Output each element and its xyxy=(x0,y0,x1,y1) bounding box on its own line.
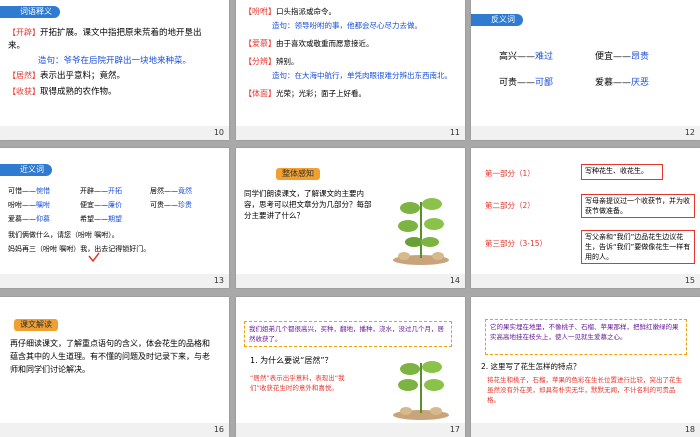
slide-header: 词语释义 xyxy=(0,6,60,18)
antonym-pair: 高兴——难过 xyxy=(499,52,554,62)
slide-footer xyxy=(471,126,700,140)
slide-13-thumbnail[interactable]: 近义词 可惜——惋惜 开辟——开拓 居然——竟然 吩咐——嘱咐 便宜——廉价 可… xyxy=(0,148,229,288)
answer-text: 将花生和桃子，石榴，苹果的色彩在生长位置进行比较，突出了花生虽然没有外在美，却具… xyxy=(487,376,682,404)
page-number: 13 xyxy=(213,276,224,285)
slide-footer xyxy=(236,126,465,140)
peanut-plant-image xyxy=(393,361,449,420)
part-label: 第二部分（2） xyxy=(485,201,535,210)
definition-row: 【分辨】辨别。 xyxy=(244,57,299,66)
example-sentence: 造句：领导吩咐的事，他都会尽心尽力去做。 xyxy=(272,21,422,30)
slide-header: 近义词 xyxy=(0,164,52,176)
slide-16-thumbnail[interactable]: 课文解读 再仔细读课文，了解重点语句的含义，体会花生的品格和蕴含其中的人生道理。… xyxy=(0,297,229,437)
slide-header: 课文解读 xyxy=(14,319,58,331)
slide-footer xyxy=(0,423,229,437)
definition-row: 【居然】表示出乎意料；竟然。 xyxy=(8,71,126,81)
antonym-pair: 爱慕——厌恶 xyxy=(595,78,650,88)
definition-row: 【吩咐】口头指派或命令。 xyxy=(244,7,336,16)
synonym-row: 可贵——珍贵 xyxy=(150,201,192,209)
synonym-row: 可惜——惋惜 xyxy=(8,187,50,195)
quote-box: 我们姐弟几个都很高兴，买种，翻地，播种，浇水，没过几个月，居然收获了。 xyxy=(244,321,452,347)
part-label: 第一部分（1） xyxy=(485,169,535,178)
slide-footer xyxy=(236,423,465,437)
answer-text: “居然”表示出乎意料，表现出“我们”收获花生时的意外和喜悦。 xyxy=(250,374,345,392)
peanut-plant-image xyxy=(393,198,449,265)
example-sentence: 造句：在大海中航行，单凭肉眼很难分辨出东西南北。 xyxy=(272,71,452,80)
page-number: 14 xyxy=(449,276,460,285)
synonym-row: 居然——竟然 xyxy=(150,187,192,195)
page-number: 15 xyxy=(684,276,695,285)
page-number: 18 xyxy=(684,425,695,434)
part-description-box: 写母亲提议过一个收获节，并为收获节做准备。 xyxy=(581,194,695,218)
page-number: 16 xyxy=(213,425,224,434)
definition-row: 【体面】光荣；光彩；面子上好看。 xyxy=(244,89,366,98)
slide-17-thumbnail[interactable]: 我们姐弟几个都很高兴，买种，翻地，播种，浇水，没过几个月，居然收获了。 1. 为… xyxy=(236,297,465,437)
question-text: 2. 这里写了花生怎样的特点？ xyxy=(481,362,581,371)
slide-15-thumbnail[interactable]: 第一部分（1） 写种花生、收花生。 第二部分（2） 写母亲提议过一个收获节，并为… xyxy=(471,148,700,288)
slide-header: 整体感知 xyxy=(276,168,320,180)
slide-header: 反义词 xyxy=(471,14,523,26)
synonym-row: 爱慕——仰慕 xyxy=(8,215,50,223)
definition-row: 【开辟】开拓扩展。课文中指把原来荒着的地开垦出来。 xyxy=(8,28,202,51)
quote-box: 它的果实埋在地里，不像桃子、石榴、苹果那样，把鲜红嫩绿的果实高高地挂在枝头上，使… xyxy=(485,319,687,355)
slide-18-thumbnail[interactable]: 它的果实埋在地里，不像桃子、石榴、苹果那样，把鲜红嫩绿的果实高高地挂在枝头上，使… xyxy=(471,297,700,437)
example-sentence: 造句：爷爷在后院开辟出一块地来种菜。 xyxy=(38,56,192,66)
slide-footer xyxy=(0,126,229,140)
page-number: 17 xyxy=(449,425,460,434)
part-description-box: 写父亲和“我们”边品花生边议花生，告诉“我们”要做像花生一样有用的人。 xyxy=(581,230,695,264)
synonym-row: 便宜——廉价 xyxy=(80,201,122,209)
antonym-pair: 便宜——昂贵 xyxy=(595,52,650,62)
checkmark-icon xyxy=(88,252,100,262)
slide-body-text: 再仔细读课文，了解重点语句的含义，体会花生的品格和蕴含其中的人生道理。有不懂的问… xyxy=(10,339,210,374)
exercise-sentence: 妈妈再三（吩咐 嘱咐）我，出去记得锁好门。 xyxy=(8,245,151,253)
definition-row: 【收获】取得成熟的农作物。 xyxy=(8,87,117,97)
slide-footer xyxy=(471,423,700,437)
page-number: 11 xyxy=(449,128,460,137)
synonym-row: 吩咐——嘱咐 xyxy=(8,201,50,209)
slide-footer xyxy=(0,274,229,288)
synonym-row: 希望——期望 xyxy=(80,215,122,223)
slide-footer xyxy=(236,274,465,288)
definition-row: 【爱慕】由于喜欢或敬重而愿意接近。 xyxy=(244,39,374,48)
slide-14-thumbnail[interactable]: 整体感知 同学们朗读课文，了解课文的主要内容，思考可以把文章分为几部分？每部分主… xyxy=(236,148,465,288)
slide-footer xyxy=(471,274,700,288)
question-text: 1. 为什么要说“居然”？ xyxy=(250,356,333,365)
exercise-sentence: 我们俩做什么，请您（吩咐 嘱咐）。 xyxy=(8,231,119,239)
synonym-row: 开辟——开拓 xyxy=(80,187,122,195)
slide-11-thumbnail[interactable]: 【吩咐】口头指派或命令。 造句：领导吩咐的事，他都会尽心尽力去做。 【爱慕】由于… xyxy=(236,0,465,140)
page-number: 12 xyxy=(684,128,695,137)
slide-10-thumbnail[interactable]: 词语释义 【开辟】开拓扩展。课文中指把原来荒着的地开垦出来。 造句：爷爷在后院开… xyxy=(0,0,229,140)
page-number: 10 xyxy=(213,128,224,137)
part-description-box: 写种花生、收花生。 xyxy=(581,164,663,180)
slide-body-text: 同学们朗读课文，了解课文的主要内容，思考可以把文章分为几部分？每部分主要讲了什么… xyxy=(244,189,372,220)
slide-12-thumbnail[interactable]: 反义词 高兴——难过 便宜——昂贵 可贵——可鄙 爱慕——厌恶 12 xyxy=(471,0,700,140)
antonym-pair: 可贵——可鄙 xyxy=(499,78,554,88)
part-label: 第三部分（3-15） xyxy=(485,239,548,248)
